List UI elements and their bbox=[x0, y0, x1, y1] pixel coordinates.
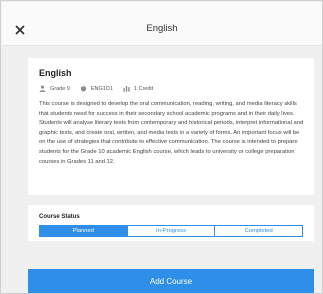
grade-text: Grade 9 bbox=[50, 85, 70, 92]
course-status-label: Course Status bbox=[39, 214, 80, 220]
person-icon bbox=[39, 85, 46, 92]
credit-text: 1 Credit bbox=[133, 85, 154, 92]
course-meta: Grade 9 ENG1D1 1 Credit bbox=[39, 85, 163, 92]
code-meta: ENG1D1 bbox=[80, 85, 113, 92]
status-option-completed[interactable]: Completed bbox=[214, 226, 303, 236]
add-course-button[interactable]: Add Course bbox=[28, 269, 314, 293]
grade-meta: Grade 9 bbox=[39, 85, 70, 92]
course-title: English bbox=[39, 68, 72, 78]
course-status-selector: Planned In-Progress Completed bbox=[39, 225, 303, 237]
course-status-panel: Course Status Planned In-Progress Comple… bbox=[28, 205, 314, 241]
dialog-title: English bbox=[146, 23, 178, 34]
chart-icon bbox=[123, 86, 130, 92]
apple-icon bbox=[80, 85, 87, 92]
credit-meta: 1 Credit bbox=[123, 85, 153, 92]
course-details-panel: English Grade 9 ENG1D1 1 Credit This cou… bbox=[28, 58, 314, 195]
dialog-header: English bbox=[2, 2, 322, 46]
course-description: This course is designed to develop the o… bbox=[39, 101, 304, 165]
status-option-planned[interactable]: Planned bbox=[40, 226, 127, 236]
status-option-in-progress[interactable]: In-Progress bbox=[126, 226, 215, 236]
course-code-text: ENG1D1 bbox=[90, 85, 113, 92]
course-dialog: English English Grade 9 ENG1D1 1 Credit … bbox=[0, 0, 323, 294]
